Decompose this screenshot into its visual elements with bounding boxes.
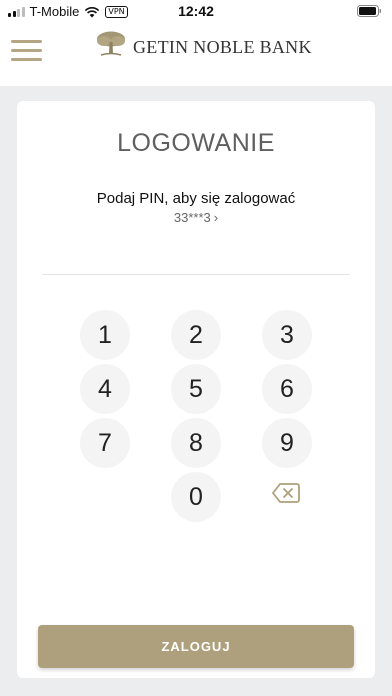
page-title: LOGOWANIE <box>117 129 275 157</box>
status-time: 12:42 <box>178 3 214 19</box>
tree-logo-icon <box>97 31 125 56</box>
key-2[interactable]: 2 <box>171 310 221 360</box>
key-1[interactable]: 1 <box>80 310 130 360</box>
key-6[interactable]: 6 <box>262 364 312 414</box>
account-selector[interactable]: 33***3 › <box>0 210 392 225</box>
bank-logo: GETIN NOBLE BANK <box>95 30 312 58</box>
account-number: 33***3 <box>173 210 211 225</box>
login-button[interactable]: ZALOGUJ <box>38 625 354 668</box>
key-3[interactable]: 3 <box>262 310 312 360</box>
key-5[interactable]: 5 <box>171 364 221 414</box>
key-7[interactable]: 7 <box>80 418 130 468</box>
key-0[interactable]: 0 <box>171 472 221 522</box>
status-bar: T-Mobile VPN 12:42 <box>0 0 392 24</box>
battery-icon <box>357 5 381 17</box>
backspace-icon[interactable] <box>272 482 300 504</box>
pin-prompt: Podaj PIN, aby się zalogować <box>96 190 296 207</box>
key-8[interactable]: 8 <box>171 418 221 468</box>
login-screen: T-Mobile VPN 12:42 GETIN NOBLE BANK LOGO… <box>0 0 392 696</box>
logo-text: GETIN NOBLE BANK <box>133 36 312 57</box>
key-4[interactable]: 4 <box>80 364 130 414</box>
app-header: GETIN NOBLE BANK <box>0 24 392 86</box>
key-9[interactable]: 9 <box>262 418 312 468</box>
chevron-right-icon: › <box>213 210 219 225</box>
menu-button[interactable] <box>11 40 42 62</box>
pin-divider <box>42 274 350 275</box>
